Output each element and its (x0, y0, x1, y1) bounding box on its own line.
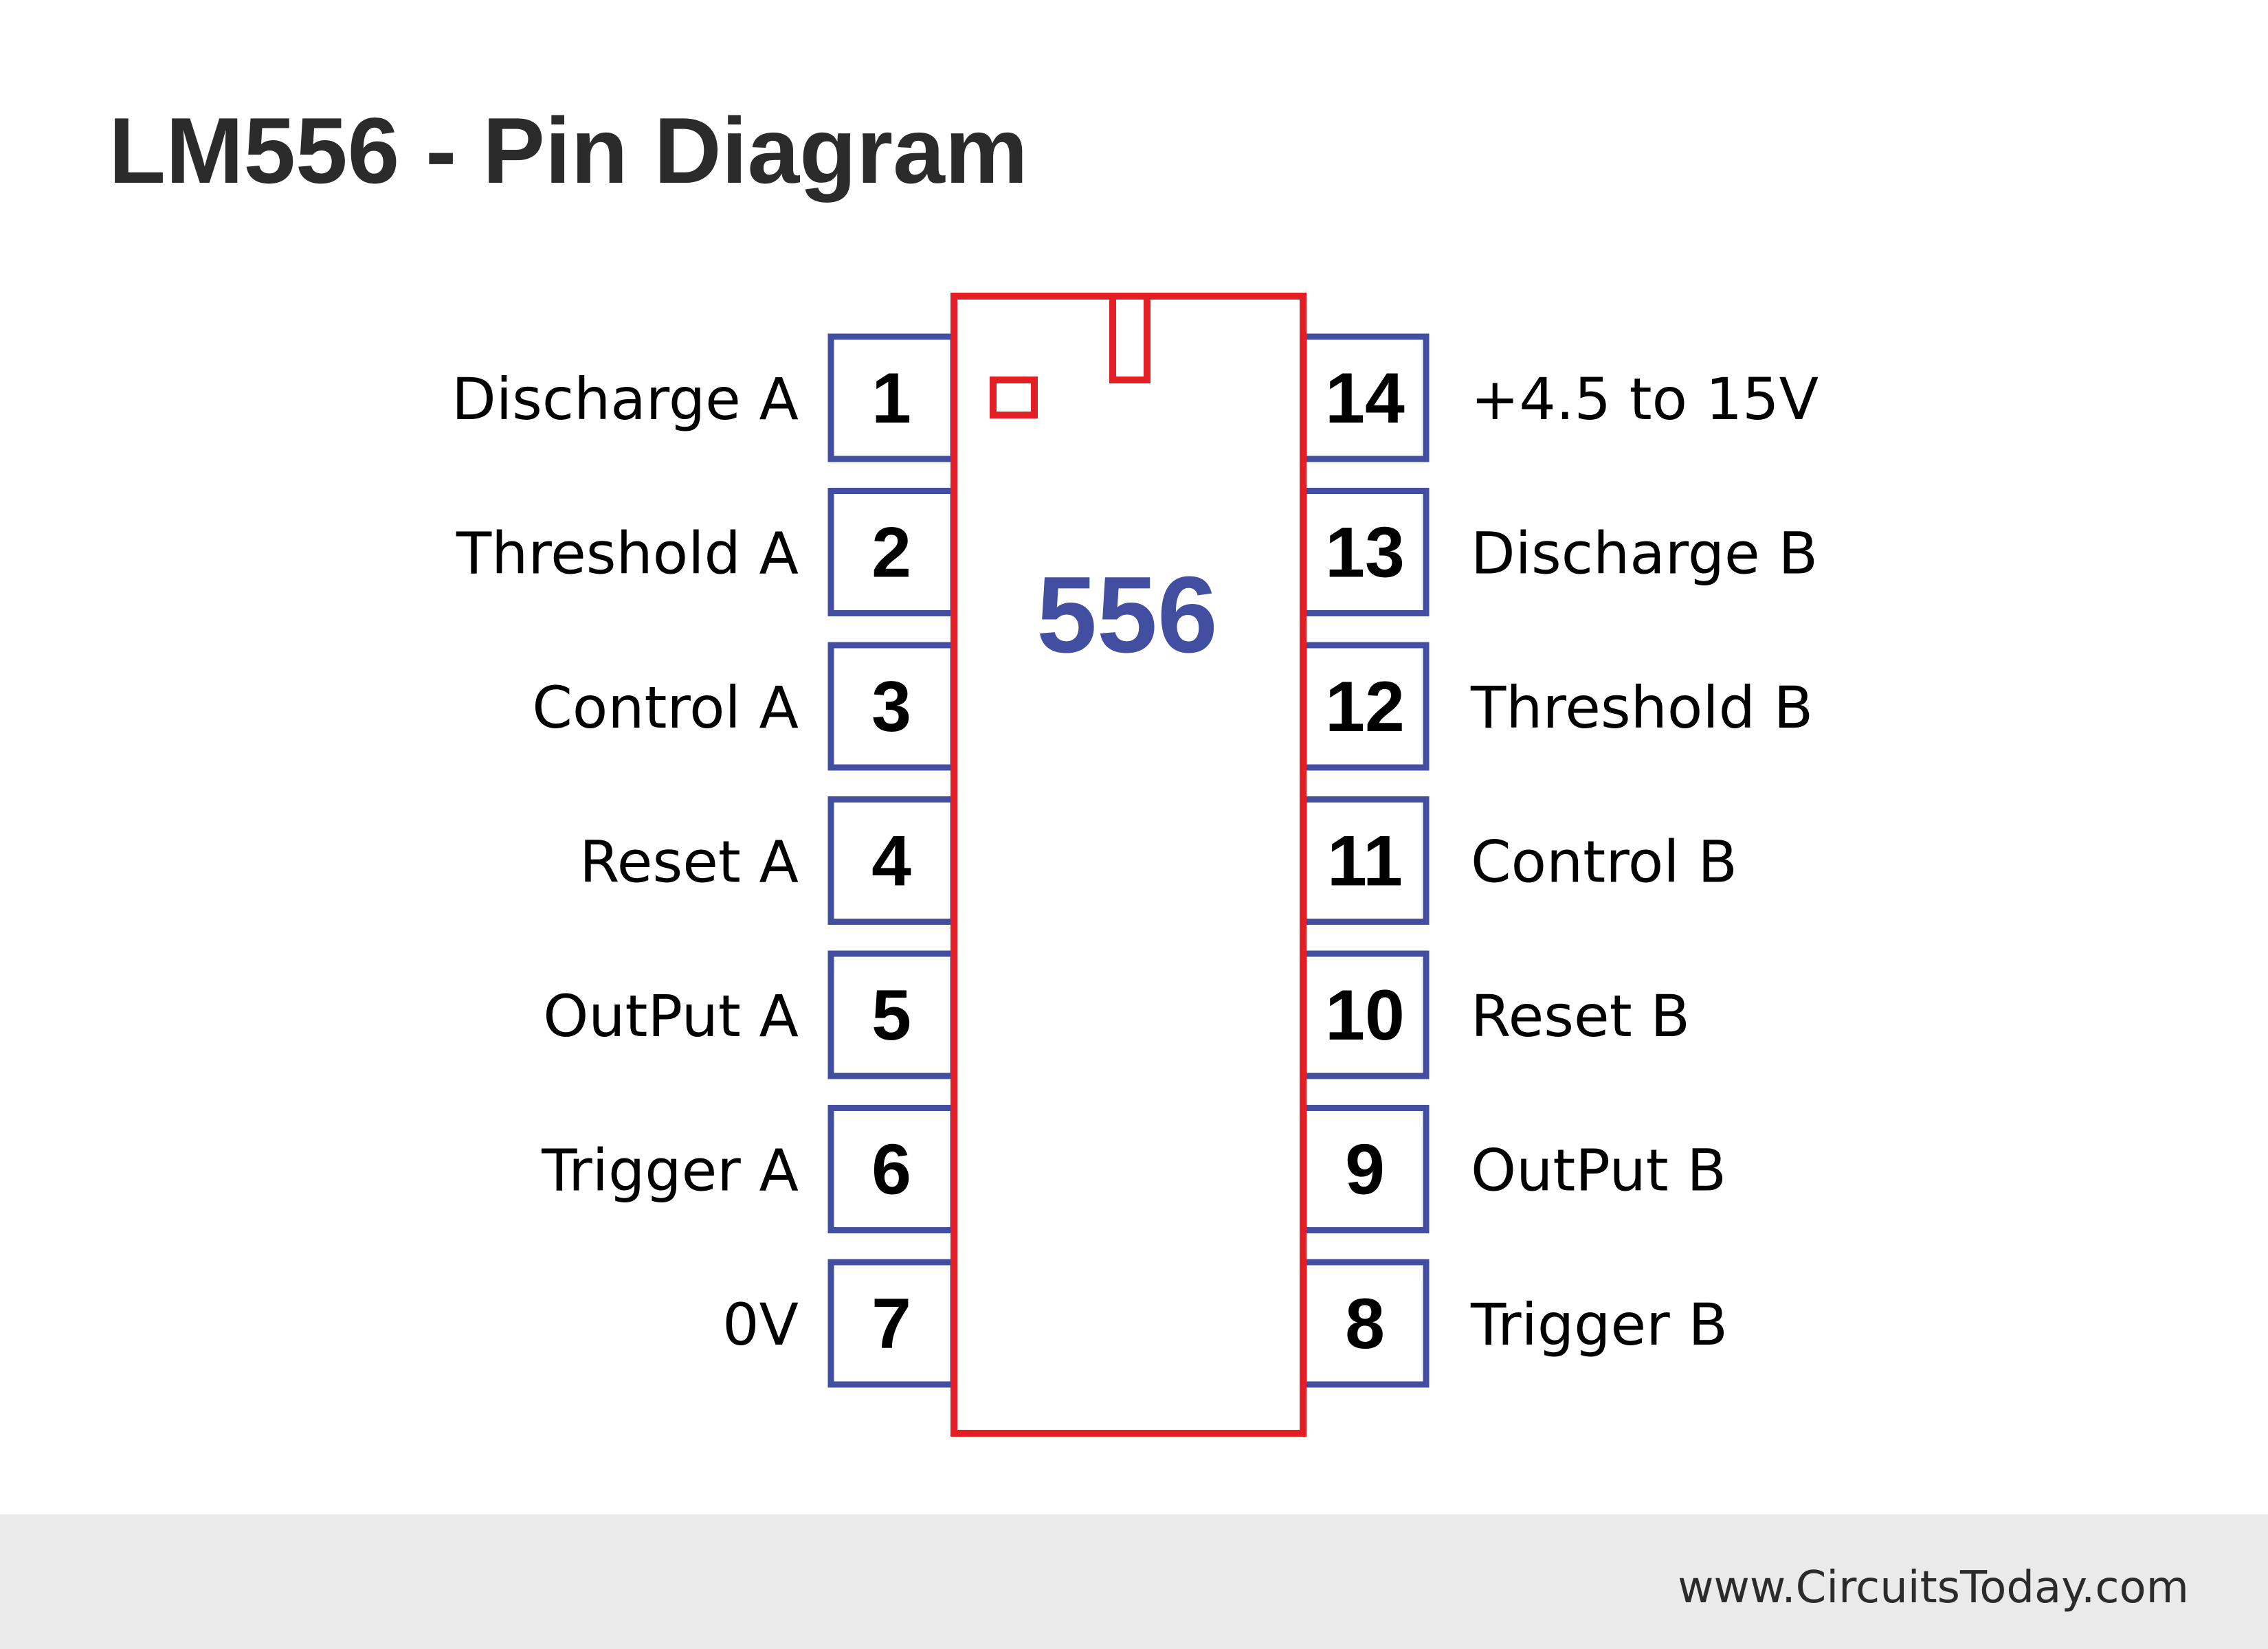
pin-label: Discharge B (1471, 520, 1818, 587)
pin-number: 6 (871, 1130, 911, 1210)
page-title: LM556 - Pin Diagram (109, 98, 1028, 203)
pin-10: 10 Reset B (1300, 950, 1690, 1079)
pin-3: 3 Control A (532, 642, 957, 771)
pin-4: 4 Reset A (579, 796, 957, 925)
pin-label: Threshold B (1470, 674, 1813, 741)
pin-label: Control A (532, 674, 799, 741)
pin-number: 7 (871, 1284, 911, 1364)
pin-diagram: www.CircuitsToday.com LM556 - Pin Diagra… (0, 98, 2268, 1649)
pin-number: 3 (871, 667, 911, 747)
pin-13: 13 Discharge B (1300, 488, 1818, 616)
pin-12: 12 Threshold B (1300, 642, 1813, 771)
pin-number: 1 (871, 359, 911, 438)
pin-14: 14 +4.5 to 15V (1300, 333, 1819, 462)
pin-label: Trigger B (1470, 1291, 1728, 1358)
pin-number: 11 (1327, 822, 1403, 901)
pin-8: 8 Trigger B (1300, 1259, 1728, 1388)
pin-number: 8 (1345, 1284, 1385, 1364)
pin-label: 0V (722, 1291, 799, 1358)
pin-label: OutPut B (1471, 1137, 1726, 1204)
pin-label: Threshold A (456, 520, 799, 587)
pin-11: 11 Control B (1300, 796, 1737, 925)
pin-number: 5 (871, 976, 911, 1055)
pin-label: Control B (1471, 829, 1737, 896)
pin-number: 10 (1325, 976, 1405, 1055)
chip-body (950, 293, 1307, 1437)
pin-number: 4 (871, 822, 911, 901)
diagram-canvas: www.CircuitsToday.com LM556 - Pin Diagra… (0, 0, 2268, 1649)
pin-label: Reset A (579, 829, 799, 896)
pin-number: 12 (1325, 667, 1405, 747)
pin-label: OutPut A (543, 983, 799, 1050)
pin-9: 9 OutPut B (1300, 1105, 1726, 1233)
pin-number: 9 (1345, 1130, 1385, 1210)
pin-label: Reset B (1471, 983, 1690, 1050)
pin-7: 7 0V (722, 1259, 957, 1388)
pin-label: Trigger A (541, 1137, 799, 1204)
pin-label: Discharge A (452, 366, 799, 433)
pin-number: 14 (1325, 359, 1405, 438)
pin-label: +4.5 to 15V (1471, 366, 1819, 433)
pin-number: 13 (1325, 513, 1405, 593)
pin-5: 5 OutPut A (543, 950, 957, 1079)
pin-2: 2 Threshold A (456, 488, 957, 616)
pin-1: 1 Discharge A (452, 333, 957, 462)
chip-label: 556 (1036, 554, 1218, 675)
pin-number: 2 (871, 513, 911, 593)
pin-6: 6 Trigger A (541, 1105, 957, 1233)
footer-website[interactable]: www.CircuitsToday.com (1678, 1562, 2189, 1613)
